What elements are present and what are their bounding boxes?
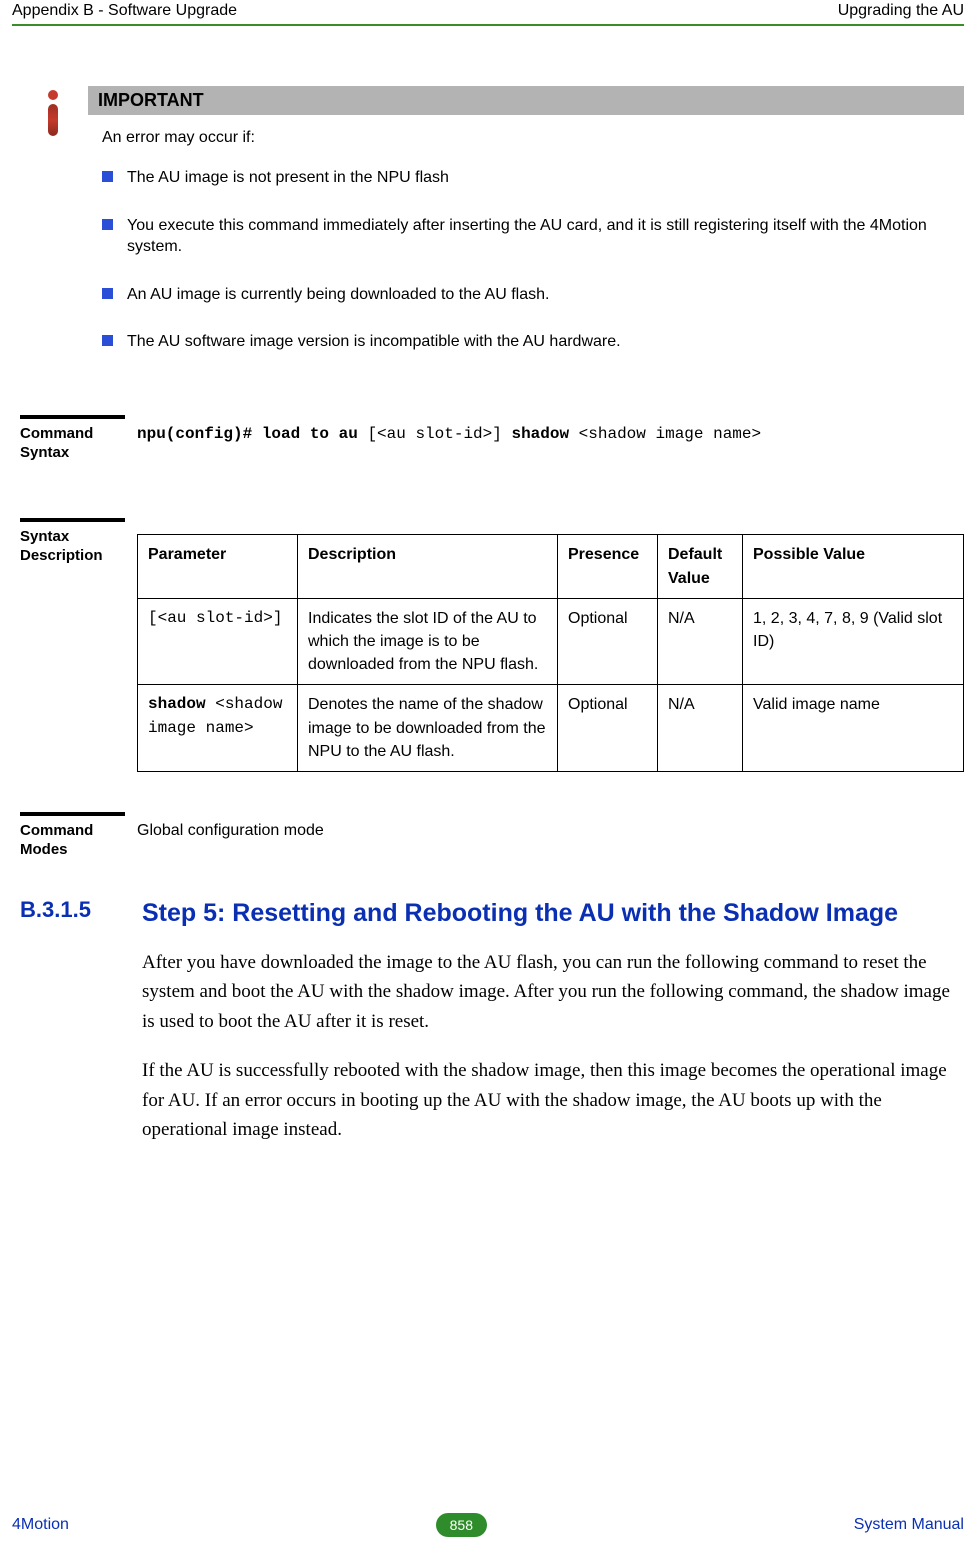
bullet-text: An AU image is currently being downloade… — [127, 284, 549, 306]
syntax-table: Parameter Description Presence Default V… — [137, 534, 964, 772]
label-line: Description — [20, 547, 103, 564]
command-modes-text: Global configuration mode — [125, 812, 964, 840]
bullet-icon — [102, 219, 113, 230]
footer-left: 4Motion — [12, 1516, 69, 1534]
running-header: Appendix B - Software Upgrade Upgrading … — [0, 0, 976, 20]
page-number-pill: 858 — [436, 1513, 487, 1537]
command-modes-block: Command Modes Global configuration mode — [20, 812, 964, 860]
table-header-row: Parameter Description Presence Default V… — [138, 535, 964, 598]
cmd-arg: [<au slot-id>] — [367, 425, 501, 443]
command-syntax-label: Command Syntax — [20, 415, 125, 463]
th-possible: Possible Value — [743, 535, 964, 598]
cell-possible: Valid image name — [743, 685, 964, 772]
bullet-icon — [102, 288, 113, 299]
table-row: [<au slot-id>] Indicates the slot ID of … — [138, 598, 964, 685]
important-title: IMPORTANT — [88, 86, 964, 115]
command-modes-label: Command Modes — [20, 812, 125, 860]
cell-parameter: [<au slot-id>] — [138, 598, 298, 685]
cell-description: Indicates the slot ID of the AU to which… — [298, 598, 558, 685]
header-right: Upgrading the AU — [838, 2, 964, 20]
command-syntax-block: Command Syntax npu(config)# load to au [… — [20, 415, 964, 463]
bullet-text: The AU image is not present in the NPU f… — [127, 167, 449, 189]
label-line: Syntax — [20, 444, 69, 461]
th-parameter: Parameter — [138, 535, 298, 598]
important-icon — [34, 88, 70, 136]
paragraph: After you have downloaded the image to t… — [142, 948, 952, 1036]
cell-default: N/A — [658, 598, 743, 685]
bullet-item: An AU image is currently being downloade… — [102, 284, 964, 306]
cell-description: Denotes the name of the shadow image to … — [298, 685, 558, 772]
bullet-icon — [102, 335, 113, 346]
table-row: shadow <shadow image name> Denotes the n… — [138, 685, 964, 772]
cell-parameter: shadow <shadow image name> — [138, 685, 298, 772]
cell-presence: Optional — [558, 598, 658, 685]
bullet-text: The AU software image version is incompa… — [127, 331, 621, 353]
important-bullets: The AU image is not present in the NPU f… — [88, 147, 964, 353]
bullet-item: The AU software image version is incompa… — [102, 331, 964, 353]
section-heading: B.3.1.5 Step 5: Resetting and Rebooting … — [20, 897, 956, 930]
th-default: Default Value — [658, 535, 743, 598]
syntax-description-block: Syntax Description Parameter Description… — [20, 518, 964, 772]
bullet-item: You execute this command immediately aft… — [102, 215, 964, 258]
cmd-arg: <shadow image name> — [579, 425, 761, 443]
bullet-text: You execute this command immediately aft… — [127, 215, 964, 258]
cell-presence: Optional — [558, 685, 658, 772]
syntax-description-label: Syntax Description — [20, 518, 125, 566]
important-intro: An error may occur if: — [88, 115, 964, 147]
bullet-icon — [102, 171, 113, 182]
th-presence: Presence — [558, 535, 658, 598]
th-description: Description — [298, 535, 558, 598]
section-title: Step 5: Resetting and Rebooting the AU w… — [142, 897, 898, 930]
label-line: Modes — [20, 841, 68, 858]
cmd-bold: shadow — [502, 425, 579, 443]
command-syntax-text: npu(config)# load to au [<au slot-id>] s… — [125, 415, 964, 443]
label-line: Syntax — [20, 528, 69, 545]
label-line: Command — [20, 425, 93, 442]
cell-possible: 1, 2, 3, 4, 7, 8, 9 (Valid slot ID) — [743, 598, 964, 685]
header-left: Appendix B - Software Upgrade — [12, 2, 237, 20]
cmd-bold: npu(config)# load to au — [137, 425, 367, 443]
label-line: Command — [20, 822, 93, 839]
important-block: IMPORTANT An error may occur if: The AU … — [34, 86, 964, 379]
page-footer: 4Motion 858 System Manual — [12, 1513, 964, 1537]
footer-right: System Manual — [854, 1516, 964, 1534]
cell-default: N/A — [658, 685, 743, 772]
bullet-item: The AU image is not present in the NPU f… — [102, 167, 964, 189]
section-number: B.3.1.5 — [20, 897, 112, 923]
paragraph: If the AU is successfully rebooted with … — [142, 1056, 952, 1144]
